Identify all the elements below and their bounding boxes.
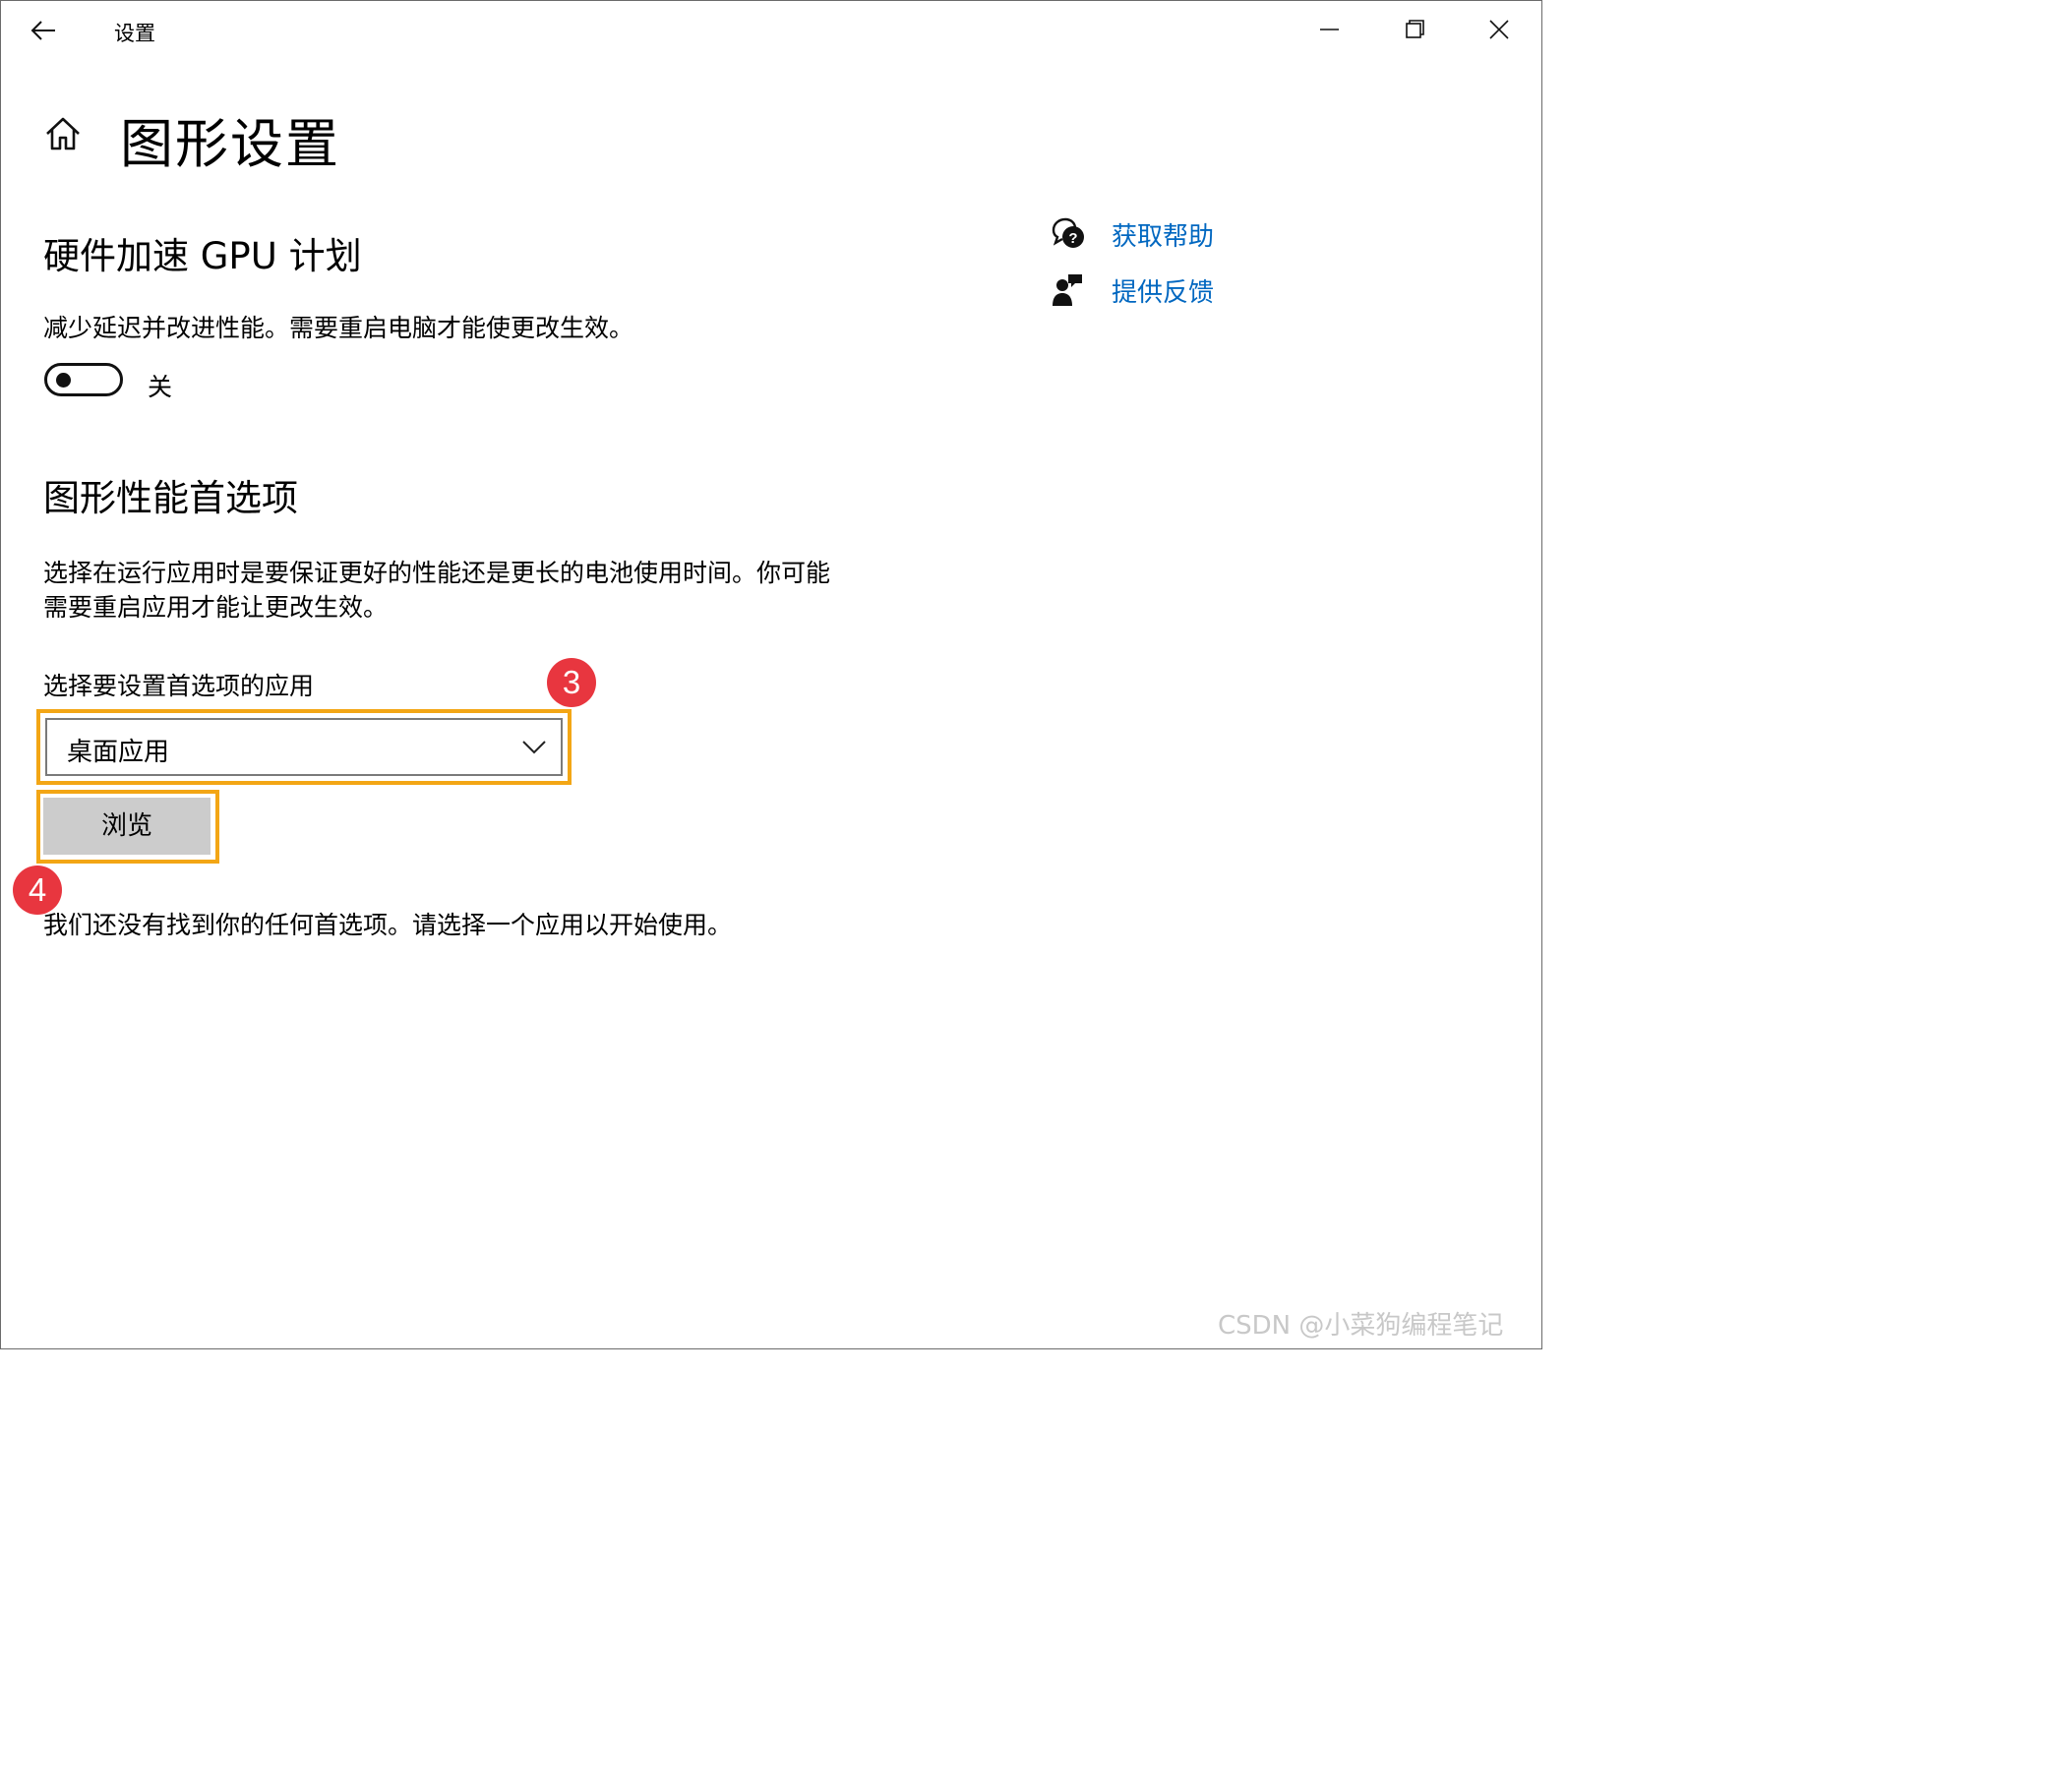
get-help-link[interactable]: 获取帮助 [1112, 216, 1214, 253]
close-icon[interactable] [1474, 10, 1525, 49]
preference-description-line1: 选择在运行应用时是要保证更好的性能还是更长的电池使用时间。你可能 [43, 559, 831, 587]
give-feedback-link[interactable]: 提供反馈 [1112, 272, 1214, 309]
toggle-state-label: 关 [148, 373, 173, 401]
page-title: 图形设置 [120, 113, 340, 175]
home-icon[interactable] [43, 114, 83, 153]
app-type-dropdown[interactable]: 桌面应用 [45, 718, 563, 776]
back-arrow-icon[interactable] [22, 14, 67, 47]
browse-button[interactable]: 浏览 [43, 798, 211, 855]
gpu-section-heading: 硬件加速 GPU 计划 [43, 235, 362, 277]
no-preferences-message: 我们还没有找到你的任何首选项。请选择一个应用以开始使用。 [43, 911, 733, 939]
feedback-person-icon [1053, 274, 1082, 306]
annotation-badge-3: 3 [547, 658, 596, 707]
dropdown-value: 桌面应用 [67, 738, 170, 767]
gpu-scheduling-toggle[interactable] [44, 363, 123, 396]
window-title: 设置 [114, 22, 155, 45]
minimize-icon[interactable] [1304, 10, 1355, 49]
watermark: CSDN @小菜狗编程笔记 [1218, 1311, 1504, 1341]
restore-icon[interactable] [1389, 10, 1440, 49]
select-app-label: 选择要设置首选项的应用 [43, 672, 315, 700]
preference-section-heading: 图形性能首选项 [43, 477, 298, 519]
toggle-knob [56, 373, 71, 388]
gpu-description: 减少延迟并改进性能。需要重启电脑才能使更改生效。 [43, 314, 634, 342]
preference-description-line2: 需要重启应用才能让更改生效。 [43, 593, 389, 622]
chevron-down-icon [522, 741, 546, 754]
svg-text:?: ? [1068, 230, 1077, 247]
help-chat-icon: ? [1052, 217, 1084, 248]
